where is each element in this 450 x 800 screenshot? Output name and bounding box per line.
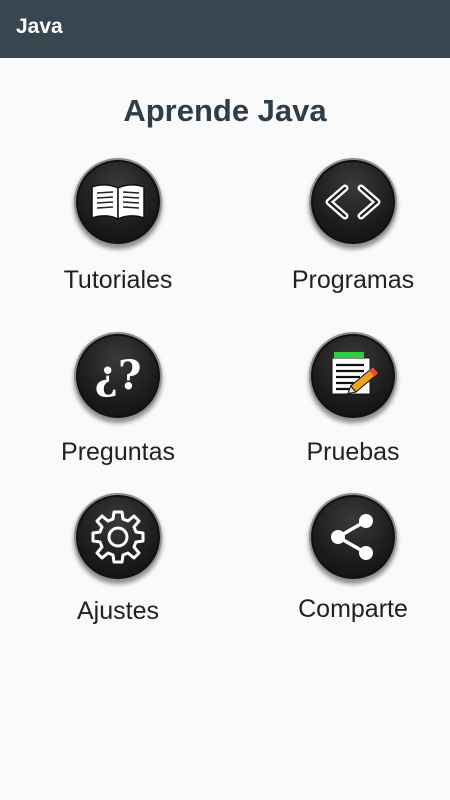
app-bar: Java xyxy=(0,0,450,58)
tile-tutoriales[interactable]: Tutoriales xyxy=(18,158,218,295)
code-brackets-icon[interactable] xyxy=(309,158,397,246)
tile-preguntas[interactable]: ¿? Preguntas xyxy=(18,332,218,467)
tile-label-preguntas: Preguntas xyxy=(61,438,175,466)
tile-label-comparte: Comparte xyxy=(298,595,408,623)
page-title: Aprende Java xyxy=(123,93,327,128)
tile-pruebas[interactable]: Pruebas xyxy=(253,332,450,467)
tile-ajustes[interactable]: Ajustes xyxy=(18,493,218,626)
open-book-icon[interactable] xyxy=(74,158,162,246)
share-icon[interactable] xyxy=(309,493,397,581)
app-bar-title: Java xyxy=(16,15,63,38)
question-marks-icon[interactable]: ¿? xyxy=(74,332,162,420)
gear-icon[interactable] xyxy=(74,493,162,581)
question-marks-glyph: ¿? xyxy=(94,352,142,399)
tile-programas[interactable]: Programas xyxy=(253,158,450,295)
tile-label-pruebas: Pruebas xyxy=(306,438,400,466)
tile-label-ajustes: Ajustes xyxy=(77,597,159,625)
tile-label-tutoriales: Tutoriales xyxy=(63,266,173,294)
notepad-pencil-icon[interactable] xyxy=(309,332,397,420)
tile-label-programas: Programas xyxy=(291,266,415,294)
tile-comparte[interactable]: Comparte xyxy=(253,493,450,624)
